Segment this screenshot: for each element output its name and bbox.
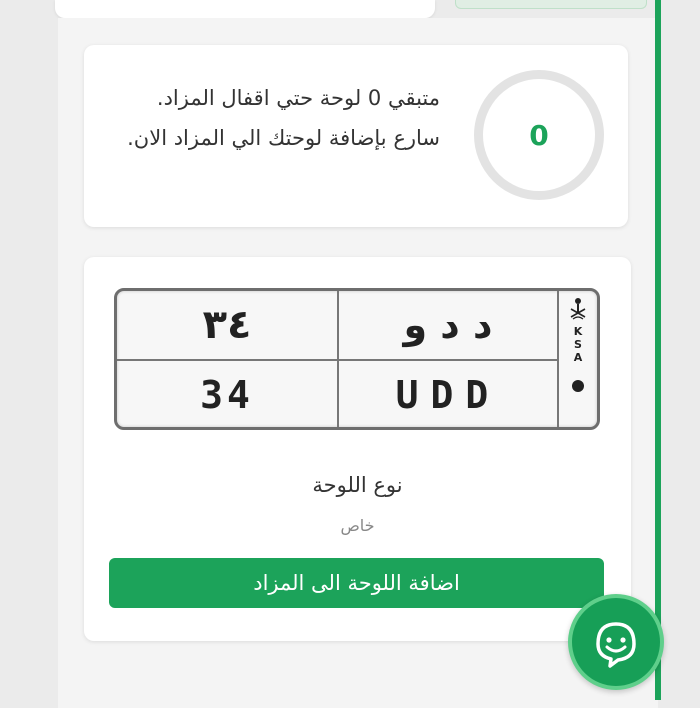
add-plate-to-auction-button[interactable]: اضافة اللوحة الى المزاد <box>109 558 604 608</box>
ksa-letter-a: A <box>573 351 583 364</box>
auction-countdown-text: متبقي 0 لوحة حتي اقفال المزاد. سارع بإضا… <box>100 83 440 153</box>
saudi-emblem-icon <box>570 298 586 320</box>
remaining-count-ring: 0 <box>474 70 604 200</box>
plate-type-value: خاص <box>340 516 375 535</box>
ksa-letter-s: S <box>574 338 582 351</box>
plate-ksa-letters: K S A <box>574 325 583 364</box>
accent-bar <box>655 0 661 700</box>
remaining-count-value: 0 <box>529 118 549 152</box>
add-plate-prompt-text: سارع بإضافة لوحتك الي المزاد الان. <box>127 126 440 150</box>
plate-type-label: نوع اللوحة <box>312 473 403 497</box>
remaining-plates-text: متبقي 0 لوحة حتي اقفال المزاد. <box>156 86 440 110</box>
plate-arabic-letters: د د و <box>403 303 493 347</box>
top-tab-right[interactable] <box>455 0 647 9</box>
smiley-chat-icon <box>596 622 636 668</box>
support-chat-button[interactable] <box>568 594 664 690</box>
plate-ksa-strip: K S A <box>559 291 597 427</box>
plate-arabic-number: ٣٤ <box>202 302 252 348</box>
plate-english-letters: UDD <box>395 373 501 417</box>
plate-divider-horizontal <box>117 359 557 361</box>
plate-dot <box>572 380 584 392</box>
license-plate: ٣٤ د د و 34 UDD K S A <box>114 288 600 430</box>
top-tab-left[interactable] <box>55 0 435 18</box>
plate-english-number: 34 <box>200 373 254 417</box>
ksa-letter-k: K <box>573 325 583 338</box>
